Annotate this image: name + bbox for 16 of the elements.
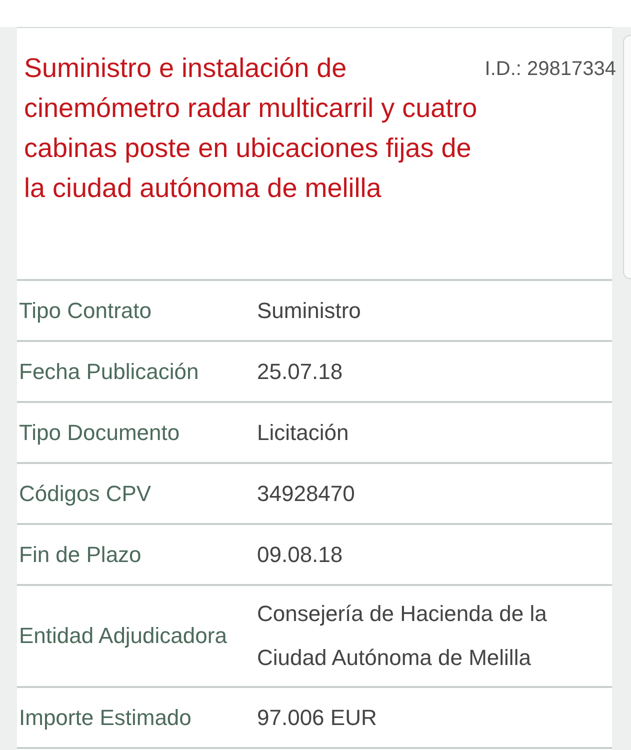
tender-title: Suministro e instalación de cinemómetro radar multicarril y cuatro cabinas poste en ubicaciones fijas de la ciudad autónoma de melilla: [24, 52, 478, 205]
field-label: Fin de Plazo: [18, 540, 142, 568]
field-value: 25.07.18: [257, 358, 344, 386]
field-value: Consejería de Hacienda de la Ciudad Autónoma de Melilla: [257, 600, 548, 672]
field-label: Entidad Adjudicadora: [18, 622, 228, 650]
field-label: Fecha Publicación: [18, 358, 200, 386]
id-number: I.D.: 29817334: [484, 57, 616, 82]
field-value: 09.08.18: [257, 540, 344, 568]
field-value: Suministro: [257, 296, 362, 324]
field-label: Códigos CPV: [18, 480, 152, 508]
field-label: Tipo Contrato: [18, 296, 152, 325]
field-label: Importe Estimado: [18, 704, 192, 732]
field-value: 34928470: [257, 480, 356, 508]
field-value: Licitación: [257, 418, 350, 446]
field-value: 97.006 EUR: [257, 704, 378, 732]
field-label: Tipo Documento: [18, 418, 181, 447]
